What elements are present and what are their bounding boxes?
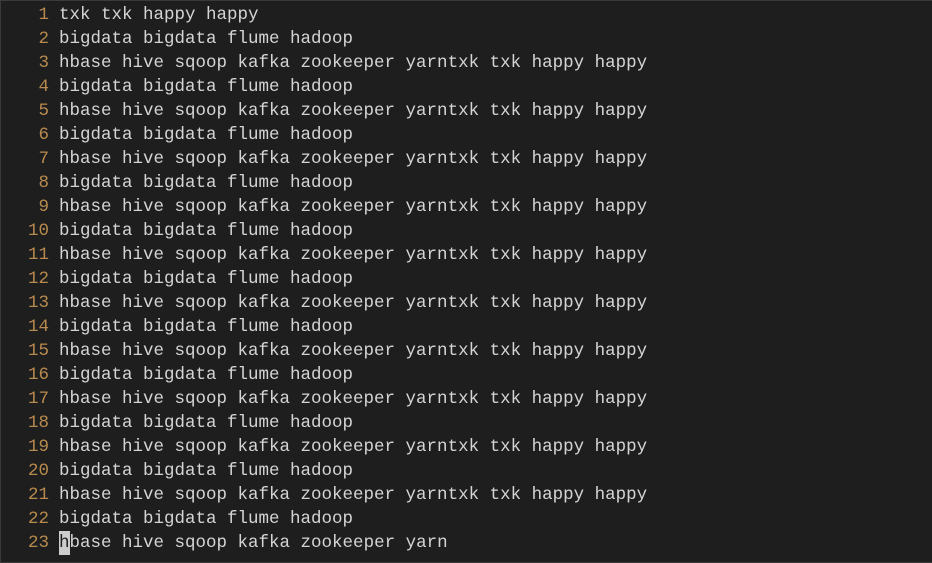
line-content[interactable]: hbase hive sqoop kafka zookeeper yarntxk…	[59, 243, 647, 267]
editor-line[interactable]: 9hbase hive sqoop kafka zookeeper yarntx…	[1, 195, 932, 219]
editor-line[interactable]: 5hbase hive sqoop kafka zookeeper yarntx…	[1, 99, 932, 123]
line-content[interactable]: hbase hive sqoop kafka zookeeper yarn	[59, 531, 448, 555]
editor-line[interactable]: 6bigdata bigdata flume hadoop	[1, 123, 932, 147]
line-content[interactable]: txk txk happy happy	[59, 3, 259, 27]
line-number: 23	[1, 531, 59, 555]
editor-line[interactable]: 11hbase hive sqoop kafka zookeeper yarnt…	[1, 243, 932, 267]
editor-lines: 1txk txk happy happy2bigdata bigdata flu…	[1, 1, 932, 555]
line-content[interactable]: hbase hive sqoop kafka zookeeper yarntxk…	[59, 51, 647, 75]
line-number: 1	[1, 3, 59, 27]
editor-line[interactable]: 13hbase hive sqoop kafka zookeeper yarnt…	[1, 291, 932, 315]
editor-line[interactable]: 4bigdata bigdata flume hadoop	[1, 75, 932, 99]
editor-line[interactable]: 1txk txk happy happy	[1, 3, 932, 27]
line-number: 19	[1, 435, 59, 459]
line-content[interactable]: bigdata bigdata flume hadoop	[59, 507, 353, 531]
line-number: 10	[1, 219, 59, 243]
line-number: 17	[1, 387, 59, 411]
editor-line[interactable]: 12bigdata bigdata flume hadoop	[1, 267, 932, 291]
line-number: 18	[1, 411, 59, 435]
line-number: 20	[1, 459, 59, 483]
line-number: 21	[1, 483, 59, 507]
editor-line[interactable]: 22bigdata bigdata flume hadoop	[1, 507, 932, 531]
line-content[interactable]: bigdata bigdata flume hadoop	[59, 75, 353, 99]
line-content[interactable]: hbase hive sqoop kafka zookeeper yarntxk…	[59, 147, 647, 171]
editor-line[interactable]: 16bigdata bigdata flume hadoop	[1, 363, 932, 387]
line-number: 12	[1, 267, 59, 291]
code-editor[interactable]: 1txk txk happy happy2bigdata bigdata flu…	[0, 0, 932, 563]
line-number: 16	[1, 363, 59, 387]
line-content[interactable]: bigdata bigdata flume hadoop	[59, 411, 353, 435]
line-content[interactable]: bigdata bigdata flume hadoop	[59, 123, 353, 147]
editor-line[interactable]: 10bigdata bigdata flume hadoop	[1, 219, 932, 243]
line-number: 8	[1, 171, 59, 195]
line-number: 4	[1, 75, 59, 99]
line-content[interactable]: bigdata bigdata flume hadoop	[59, 219, 353, 243]
line-content[interactable]: hbase hive sqoop kafka zookeeper yarntxk…	[59, 435, 647, 459]
line-content[interactable]: hbase hive sqoop kafka zookeeper yarntxk…	[59, 195, 647, 219]
editor-line[interactable]: 14bigdata bigdata flume hadoop	[1, 315, 932, 339]
editor-line[interactable]: 23hbase hive sqoop kafka zookeeper yarn	[1, 531, 932, 555]
editor-line[interactable]: 21hbase hive sqoop kafka zookeeper yarnt…	[1, 483, 932, 507]
line-content[interactable]: hbase hive sqoop kafka zookeeper yarntxk…	[59, 339, 647, 363]
line-content[interactable]: hbase hive sqoop kafka zookeeper yarntxk…	[59, 483, 647, 507]
line-content[interactable]: hbase hive sqoop kafka zookeeper yarntxk…	[59, 99, 647, 123]
line-content[interactable]: bigdata bigdata flume hadoop	[59, 267, 353, 291]
editor-line[interactable]: 8bigdata bigdata flume hadoop	[1, 171, 932, 195]
line-content[interactable]: hbase hive sqoop kafka zookeeper yarntxk…	[59, 387, 647, 411]
line-number: 6	[1, 123, 59, 147]
line-number: 11	[1, 243, 59, 267]
editor-line[interactable]: 18bigdata bigdata flume hadoop	[1, 411, 932, 435]
line-number: 15	[1, 339, 59, 363]
line-content[interactable]: bigdata bigdata flume hadoop	[59, 27, 353, 51]
line-content[interactable]: hbase hive sqoop kafka zookeeper yarntxk…	[59, 291, 647, 315]
editor-line[interactable]: 17hbase hive sqoop kafka zookeeper yarnt…	[1, 387, 932, 411]
line-text-after-cursor: base hive sqoop kafka zookeeper yarn	[70, 533, 448, 553]
editor-line[interactable]: 20bigdata bigdata flume hadoop	[1, 459, 932, 483]
line-number: 5	[1, 99, 59, 123]
editor-line[interactable]: 2bigdata bigdata flume hadoop	[1, 27, 932, 51]
line-number: 13	[1, 291, 59, 315]
line-content[interactable]: bigdata bigdata flume hadoop	[59, 315, 353, 339]
editor-line[interactable]: 15hbase hive sqoop kafka zookeeper yarnt…	[1, 339, 932, 363]
line-number: 3	[1, 51, 59, 75]
line-number: 7	[1, 147, 59, 171]
line-content[interactable]: bigdata bigdata flume hadoop	[59, 171, 353, 195]
line-number: 22	[1, 507, 59, 531]
line-content[interactable]: bigdata bigdata flume hadoop	[59, 459, 353, 483]
line-number: 14	[1, 315, 59, 339]
editor-line[interactable]: 3hbase hive sqoop kafka zookeeper yarntx…	[1, 51, 932, 75]
line-number: 2	[1, 27, 59, 51]
line-content[interactable]: bigdata bigdata flume hadoop	[59, 363, 353, 387]
editor-line[interactable]: 19hbase hive sqoop kafka zookeeper yarnt…	[1, 435, 932, 459]
line-number: 9	[1, 195, 59, 219]
cursor-block: h	[59, 531, 70, 555]
editor-line[interactable]: 7hbase hive sqoop kafka zookeeper yarntx…	[1, 147, 932, 171]
